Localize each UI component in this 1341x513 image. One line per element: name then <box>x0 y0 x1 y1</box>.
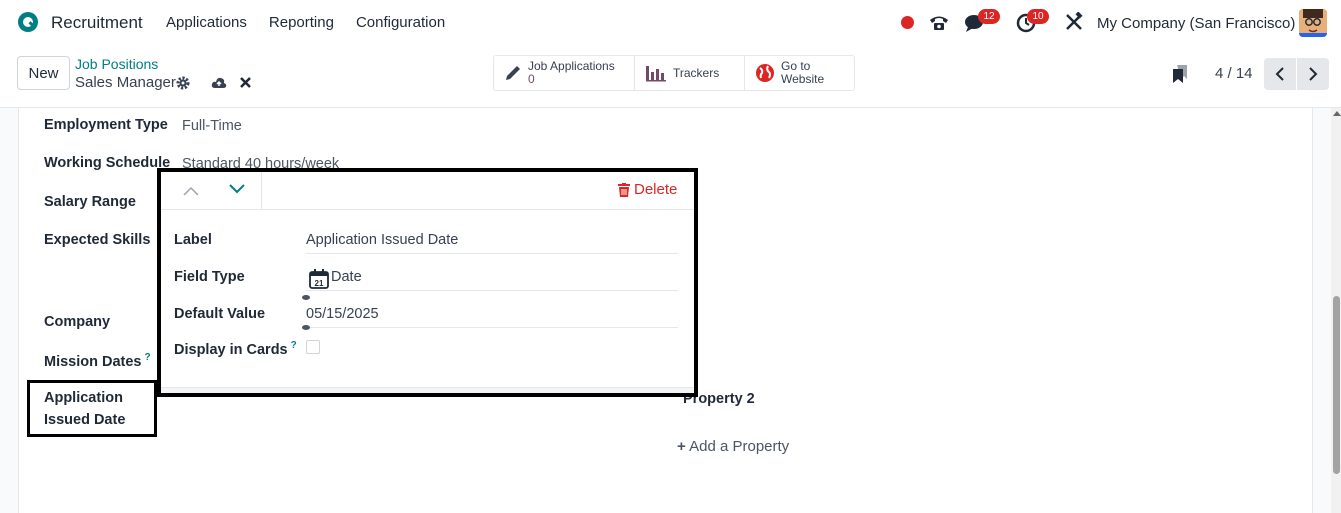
trackers-button[interactable]: Trackers <box>635 56 745 90</box>
record-name: Sales Manager <box>75 74 176 91</box>
discard-close-icon[interactable] <box>240 77 251 88</box>
recruitment-logo-icon[interactable] <box>17 11 39 33</box>
app-name[interactable]: Recruitment <box>51 13 143 33</box>
plus-icon: + <box>677 438 686 455</box>
globe-icon <box>756 64 774 82</box>
label-field-label: Label <box>174 232 212 248</box>
smart-buttons: Job Applications 0 Trackers Go to Websit… <box>493 55 855 91</box>
employment-type-label: Employment Type <box>44 117 168 133</box>
mission-dates-help-icon[interactable]: ? <box>145 352 151 363</box>
property-edit-popover: Delete Label Application Issued Date Fie… <box>157 168 698 397</box>
menu-applications[interactable]: Applications <box>166 14 247 31</box>
company-switcher[interactable]: My Company (San Francisco) <box>1097 15 1295 32</box>
job-applications-label: Job Applications <box>528 59 615 73</box>
delete-label: Delete <box>634 181 678 198</box>
popover-footer <box>161 387 694 393</box>
user-avatar[interactable] <box>1299 9 1327 37</box>
header-divider <box>261 172 262 210</box>
scroll-up-arrow-icon[interactable] <box>1333 111 1341 116</box>
pager-value[interactable]: 4 / 14 <box>1215 65 1253 82</box>
default-value-input[interactable]: 05/15/2025 <box>306 306 678 328</box>
display-in-cards-help-icon[interactable]: ? <box>291 340 297 351</box>
salary-range-label: Salary Range <box>44 194 136 210</box>
default-value-label: Default Value <box>174 306 266 322</box>
job-applications-count: 0 <box>528 72 535 86</box>
company-label: Company <box>44 314 111 330</box>
gear-icon[interactable] <box>176 76 190 90</box>
breadcrumb-job-positions[interactable]: Job Positions <box>75 56 158 72</box>
menu-configuration[interactable]: Configuration <box>356 14 445 31</box>
chevron-left-icon <box>1275 67 1284 81</box>
resize-handle-bottom-icon[interactable] <box>302 325 310 330</box>
bookmarks-icon[interactable] <box>1173 65 1187 83</box>
job-applications-button[interactable]: Job Applications 0 <box>494 56 635 90</box>
trackers-label: Trackers <box>673 66 720 80</box>
display-in-cards-text: Display in Cards <box>174 341 288 358</box>
display-in-cards-checkbox[interactable] <box>306 340 320 354</box>
avatar-face-icon <box>1299 9 1327 37</box>
pager-previous-button[interactable] <box>1264 58 1296 90</box>
field-type-select[interactable]: Date <box>306 269 678 291</box>
chat-count-badge: 12 <box>978 9 1000 24</box>
pager-next-button[interactable] <box>1297 58 1329 90</box>
application-issued-date-label-line1[interactable]: Application <box>44 390 123 406</box>
pencil-icon <box>506 66 520 80</box>
debug-tools-icon[interactable] <box>1064 12 1084 32</box>
mission-dates-text: Mission Dates <box>44 353 142 370</box>
display-in-cards-label: Display in Cards? <box>174 340 297 358</box>
delete-property-button[interactable]: Delete <box>618 181 677 198</box>
website-label: Website <box>781 72 825 86</box>
control-panel: New Job Positions Sales Manager Job Appl… <box>0 46 1341 108</box>
employment-type-value[interactable]: Full-Time <box>182 118 242 134</box>
expected-skills-label: Expected Skills <box>44 232 151 248</box>
chevron-up-icon[interactable] <box>183 186 199 196</box>
scrollbar-thumb[interactable] <box>1333 296 1340 474</box>
phone-icon[interactable] <box>928 12 950 34</box>
activity-count-badge: 10 <box>1027 9 1049 24</box>
field-type-label: Field Type <box>174 269 245 285</box>
bar-chart-icon <box>646 66 666 82</box>
new-button[interactable]: New <box>17 56 70 90</box>
highlight-box <box>27 380 157 437</box>
menu-reporting[interactable]: Reporting <box>269 14 334 31</box>
resize-handle-top-icon[interactable] <box>302 295 310 300</box>
popover-header: Delete <box>161 172 694 210</box>
go-to-website-button[interactable]: Go to Website <box>745 56 854 90</box>
label-input[interactable]: Application Issued Date <box>306 232 678 254</box>
add-property-button[interactable]: + Add a Property <box>677 438 789 455</box>
mission-dates-label: Mission Dates? <box>44 352 151 370</box>
application-issued-date-label-line2[interactable]: Issued Date <box>44 412 125 428</box>
cloud-save-icon[interactable] <box>211 76 227 90</box>
add-property-label: Add a Property <box>689 438 790 455</box>
working-schedule-label: Working Schedule <box>44 155 171 171</box>
chevron-down-icon[interactable] <box>229 184 245 194</box>
trash-icon <box>618 182 630 197</box>
chevron-right-icon <box>1309 67 1318 81</box>
recording-dot-icon[interactable] <box>901 16 914 29</box>
main-menu: Applications Reporting Configuration <box>166 14 445 31</box>
